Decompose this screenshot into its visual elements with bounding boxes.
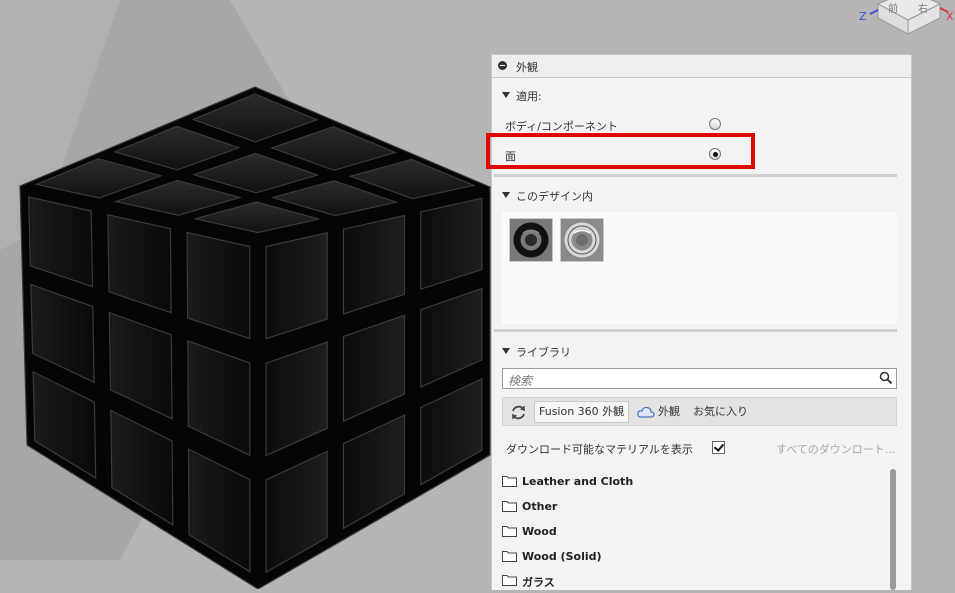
download-all-link[interactable]: すべてのダウンロート...	[776, 441, 895, 457]
in-design-section-label: このデザイン内	[516, 190, 593, 203]
library-tab-strip: Fusion 360 外観 外観 お気に入り	[502, 397, 897, 426]
tab-favorites[interactable]: お気に入り	[693, 401, 748, 423]
viewcube-right-face: 右	[918, 2, 928, 15]
axis-x-label: X	[946, 10, 954, 23]
silver-ring-material-icon	[561, 219, 603, 261]
library-search-input[interactable]: 検索	[502, 368, 897, 389]
body-component-radio[interactable]	[709, 118, 721, 130]
expand-triangle-icon[interactable]	[502, 192, 510, 198]
folder-icon	[502, 551, 517, 562]
show-downloadable-checkbox[interactable]	[712, 441, 725, 454]
view-cube[interactable]: 前 右 Z X	[0, 0, 955, 44]
apply-section-label: 適用:	[516, 90, 542, 103]
library-section-label: ライブラリ	[516, 346, 571, 359]
section-divider	[494, 329, 897, 332]
folder-label: Wood (Solid)	[522, 550, 602, 563]
show-downloadable-label: ダウンロード可能なマテリアルを表示	[506, 443, 693, 456]
collapse-icon[interactable]	[498, 61, 507, 70]
folder-label: ガラス	[522, 576, 555, 589]
folder-icon	[502, 501, 517, 512]
cloud-icon	[637, 406, 655, 418]
design-swatch-area	[502, 212, 897, 324]
folder-label: Leather and Cloth	[522, 475, 634, 488]
folder-label: Other	[522, 500, 558, 513]
search-icon[interactable]	[879, 371, 893, 385]
dark-ring-material-swatch[interactable]	[509, 218, 553, 262]
search-placeholder: 検索	[508, 374, 533, 388]
panel-title: 外観	[516, 61, 538, 74]
sync-icon[interactable]	[510, 404, 527, 421]
tab-appearance[interactable]: 外観	[658, 401, 680, 423]
expand-triangle-icon[interactable]	[502, 348, 510, 354]
dark-ring-material-icon	[510, 219, 552, 261]
panel-header[interactable]: 外観	[492, 55, 911, 78]
body-component-option-label: ボディ/コンポーネント	[505, 120, 618, 133]
viewcube-front-face: 前	[888, 2, 898, 15]
library-scrollbar[interactable]	[890, 469, 896, 590]
folder-icon	[502, 476, 517, 487]
axis-z-label: Z	[859, 10, 867, 23]
folder-icon	[502, 575, 517, 586]
folder-icon	[502, 526, 517, 537]
section-divider	[494, 174, 897, 177]
expand-triangle-icon[interactable]	[502, 92, 510, 98]
tab-fusion360-appearance[interactable]: Fusion 360 外観	[534, 401, 630, 423]
silver-ring-material-swatch[interactable]	[560, 218, 604, 262]
folder-label: Wood	[522, 525, 557, 538]
face-option-highlight	[486, 133, 755, 169]
